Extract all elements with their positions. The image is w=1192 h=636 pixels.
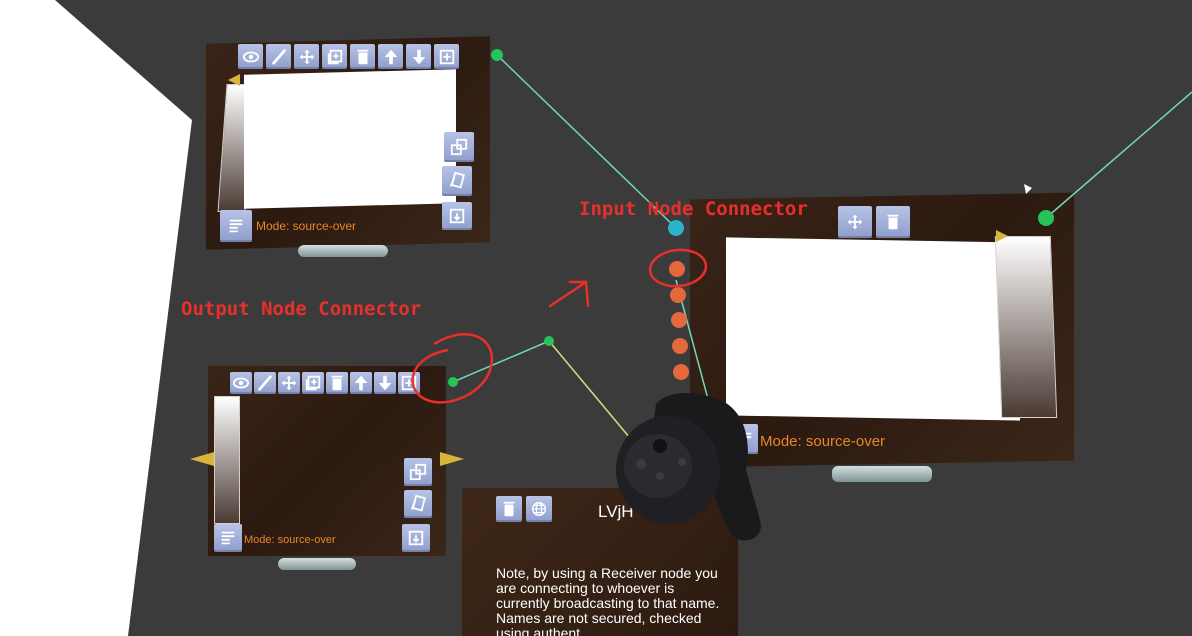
output-connector-right[interactable] — [1038, 210, 1054, 226]
annotation-arrow — [548, 280, 590, 308]
connections-overlay — [190, 49, 1192, 541]
slider-handle-right[interactable] — [440, 452, 464, 466]
slider-handle-left[interactable] — [190, 452, 214, 466]
slider-handle-right-panel[interactable] — [996, 230, 1008, 242]
slider-handle-top[interactable] — [228, 74, 240, 86]
wire-handle[interactable] — [544, 336, 554, 346]
wire-right-offscreen — [1045, 91, 1192, 219]
wire-output-to-handle — [452, 340, 550, 383]
input-connector-1[interactable] — [669, 261, 685, 277]
output-connector-bottom-left[interactable] — [448, 377, 458, 387]
cursor-icon — [1024, 184, 1032, 194]
input-connector-2[interactable] — [670, 287, 686, 303]
input-connector-label: Input Node Connector — [579, 198, 808, 220]
annotation-circle-output — [411, 333, 494, 404]
input-connector-4[interactable] — [672, 338, 688, 354]
wire-handle-down — [548, 340, 641, 451]
vr-controller-icon[interactable] — [616, 393, 761, 541]
input-connector-active[interactable] — [668, 220, 684, 236]
input-connector-3[interactable] — [671, 312, 687, 328]
output-connector-label: Output Node Connector — [181, 298, 422, 320]
output-connector-top-left[interactable] — [491, 49, 503, 61]
input-connector-5[interactable] — [673, 364, 689, 380]
vr-scene: Mode: source-over Mode: source-over Mode… — [0, 0, 1192, 636]
